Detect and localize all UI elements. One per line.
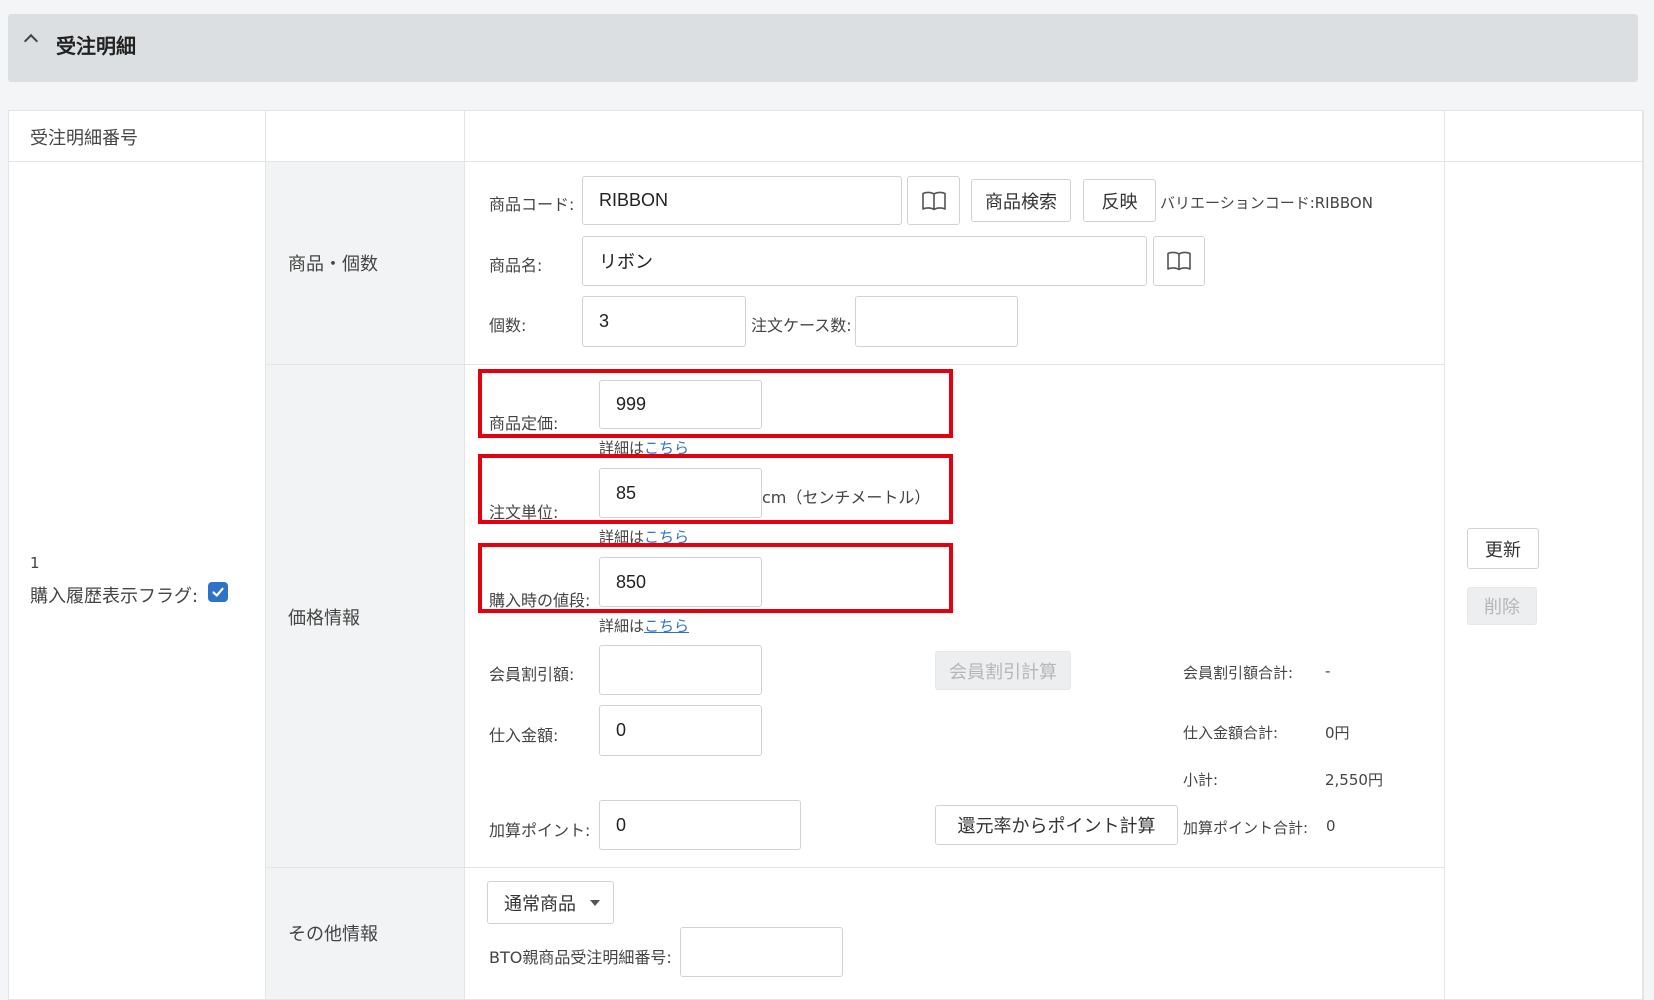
subtotal-label: 小計: (1183, 771, 1219, 789)
product-code-label: 商品コード: (489, 195, 575, 214)
points-total-label: 加算ポイント合計: (1183, 819, 1309, 837)
checkmark-icon (212, 587, 224, 597)
purchase-price-detail: 詳細はこちら (599, 615, 689, 636)
header-cell-4 (1445, 111, 1643, 162)
member-discount-total-value: - (1325, 662, 1331, 680)
purchase-price-input[interactable]: 850 (599, 557, 762, 607)
update-button[interactable]: 更新 (1467, 528, 1539, 569)
points-calc-button[interactable]: 還元率からポイント計算 (935, 805, 1178, 845)
section-title: 受注明細 (56, 34, 136, 58)
points-label: 加算ポイント: (489, 821, 591, 840)
cost-input[interactable]: 0 (599, 705, 762, 756)
product-name-label: 商品名: (489, 256, 543, 275)
member-discount-total-label: 会員割引額合計: (1183, 664, 1294, 682)
purchase-history-flag-checkbox[interactable] (208, 582, 228, 602)
header-cell-2 (266, 111, 465, 162)
section-header[interactable] (8, 14, 1638, 82)
product-name-lookup-button[interactable] (1153, 236, 1205, 286)
row-number-cell (9, 162, 266, 1000)
book-icon (1167, 251, 1191, 271)
detail-prefix: 詳細は (599, 617, 645, 635)
quantity-label: 個数: (489, 316, 527, 335)
other-group-label: その他情報 (288, 924, 378, 945)
purchase-price-label: 購入時の値段: (489, 591, 591, 610)
bto-input[interactable] (680, 927, 843, 977)
price-group-label: 価格情報 (288, 608, 360, 629)
actions-cell (1445, 162, 1643, 1000)
quantity-input[interactable]: 3 (582, 296, 746, 347)
cost-label: 仕入金額: (489, 726, 559, 745)
list-price-input[interactable]: 999 (599, 380, 762, 429)
product-search-button[interactable]: 商品検索 (971, 179, 1071, 222)
product-code-input[interactable]: RIBBON (582, 176, 902, 225)
product-type-select[interactable]: 通常商品 (487, 881, 614, 924)
order-unit-label: 注文単位: (489, 503, 559, 522)
product-type-selected: 通常商品 (504, 893, 576, 915)
cost-total-value: 0円 (1325, 724, 1350, 742)
product-name-input[interactable]: リボン (582, 236, 1147, 286)
book-icon (921, 191, 946, 210)
dropdown-caret-icon (590, 899, 600, 906)
apply-button[interactable]: 反映 (1083, 179, 1156, 222)
product-group-label: 商品・個数 (288, 254, 378, 275)
bto-label: BTO親商品受注明細番号: (489, 948, 672, 967)
list-price-label: 商品定価: (489, 414, 559, 433)
points-total-value: 0 (1326, 817, 1336, 835)
variation-code-label: バリエーションコード:RIBBON (1160, 194, 1373, 212)
detail-link[interactable]: こちら (644, 617, 689, 635)
order-unit-suffix: cm（センチメートル） (762, 488, 931, 507)
case-count-input[interactable] (855, 296, 1018, 347)
points-input[interactable]: 0 (599, 800, 801, 850)
cost-total-label: 仕入金額合計: (1183, 724, 1279, 742)
product-code-lookup-button[interactable] (907, 176, 960, 225)
header-cell-3 (465, 111, 1445, 162)
member-discount-label: 会員割引額: (489, 665, 575, 684)
header-number-label: 受注明細番号 (30, 128, 138, 149)
case-count-label: 注文ケース数: (751, 316, 852, 335)
delete-button[interactable]: 削除 (1467, 587, 1537, 625)
purchase-history-flag-label: 購入履歴表示フラグ: (30, 586, 199, 607)
member-discount-calc-button[interactable]: 会員割引計算 (935, 651, 1071, 690)
order-unit-input[interactable]: 85 (599, 468, 762, 518)
subtotal-value: 2,550円 (1325, 771, 1383, 789)
member-discount-input[interactable] (599, 645, 762, 695)
row-number: 1 (30, 554, 40, 572)
